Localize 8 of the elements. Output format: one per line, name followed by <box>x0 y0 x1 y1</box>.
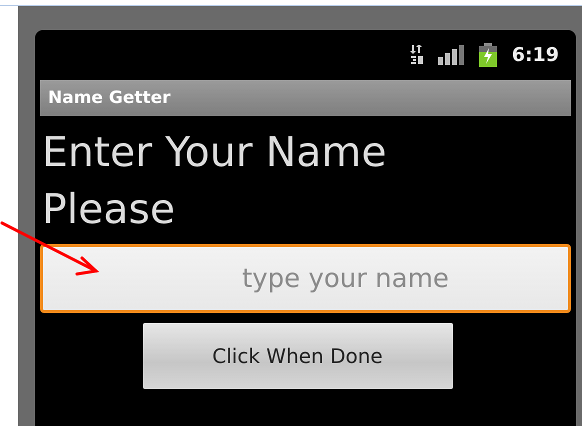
data-3g-icon <box>410 45 424 65</box>
app-title: Name Getter <box>48 88 171 108</box>
done-button[interactable]: Click When Done <box>142 323 452 389</box>
battery-charging-icon <box>478 43 498 67</box>
signal-icon <box>438 45 464 65</box>
heading-text: Enter Your Name Please <box>42 127 388 235</box>
name-input-field[interactable]: type your name <box>40 244 571 313</box>
status-time: 6:19 <box>512 44 559 66</box>
